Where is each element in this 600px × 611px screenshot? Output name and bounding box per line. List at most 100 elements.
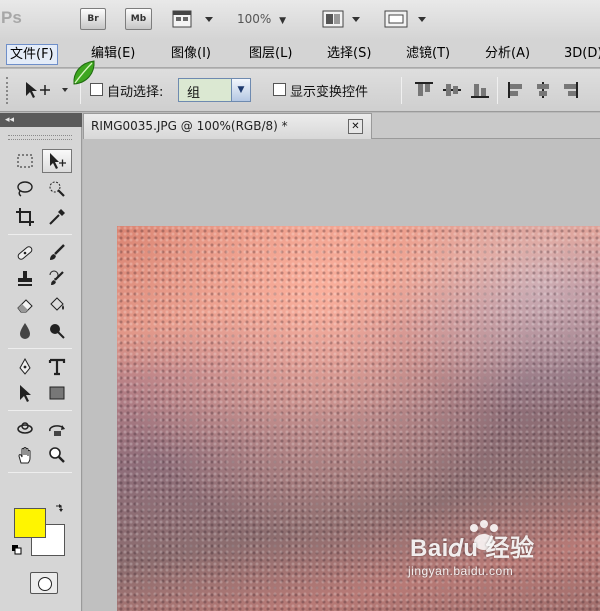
menu-file[interactable]: 文件(F)	[6, 44, 58, 65]
tools-separator	[8, 234, 72, 235]
blur-tool[interactable]	[10, 319, 40, 343]
eyedropper-tool[interactable]	[42, 205, 72, 229]
rectangular-marquee-icon	[17, 154, 33, 168]
paint-bucket-tool[interactable]	[42, 293, 72, 317]
band-aid-icon	[17, 246, 33, 260]
options-separator	[401, 77, 402, 104]
eraser-tool[interactable]	[10, 293, 40, 317]
move-tool[interactable]	[42, 149, 72, 173]
show-transform-controls-checkbox[interactable]	[273, 83, 286, 96]
auto-select-target-select[interactable]: 组 ▼	[178, 78, 251, 102]
watermark-brand: Bai𝑑u 经验	[410, 535, 535, 562]
show-transform-controls-label: 显示变换控件	[290, 85, 369, 100]
path-selection-tool[interactable]	[10, 381, 40, 405]
leaf-cursor-icon	[73, 60, 95, 85]
bridge-button[interactable]: Br	[80, 8, 106, 30]
tools-separator	[8, 348, 72, 349]
options-bar-grip[interactable]	[6, 77, 12, 104]
pen-tool[interactable]	[10, 355, 40, 379]
spot-healing-tool[interactable]	[10, 241, 40, 265]
quick-selection-tool[interactable]	[42, 177, 72, 201]
tab-strip-empty	[372, 113, 600, 139]
menu-select[interactable]: 选择(S)	[323, 44, 375, 65]
clone-stamp-tool[interactable]	[10, 267, 40, 291]
rectangle-shape-icon	[49, 386, 65, 400]
tools-separator	[8, 410, 72, 411]
crop-icon	[16, 208, 34, 226]
align-bottom-edges-icon[interactable]	[470, 81, 490, 99]
type-tool[interactable]	[42, 355, 72, 379]
dodge-icon	[50, 324, 65, 339]
paint-bucket-icon	[50, 297, 64, 311]
3d-camera-rotate-icon	[49, 425, 65, 436]
eraser-icon	[17, 299, 33, 313]
view-extras-icon	[172, 10, 213, 28]
options-separator	[497, 77, 498, 104]
zoom-tool[interactable]	[42, 443, 72, 467]
magnifier-icon	[49, 447, 65, 463]
auto-select-target-value: 组	[187, 86, 201, 101]
3d-rotate-tool[interactable]	[10, 417, 40, 441]
align-vertical-centers-icon[interactable]	[442, 81, 462, 99]
menu-3d[interactable]: 3D(D)	[560, 44, 600, 65]
screen-mode-icon	[384, 10, 426, 28]
default-colors-icon[interactable]	[12, 545, 22, 555]
pen-icon	[19, 357, 31, 375]
application-bar: Ps Br Mb 100% ▼	[0, 0, 600, 40]
tools-panel-header[interactable]: ◂◂	[0, 113, 82, 127]
menu-layer[interactable]: 图层(L)	[245, 44, 296, 65]
lasso-tool[interactable]	[10, 177, 40, 201]
align-top-edges-icon[interactable]	[414, 81, 434, 99]
tool-preset-picker[interactable]	[22, 79, 74, 104]
stamp-icon	[18, 271, 32, 286]
hand-tool[interactable]	[10, 443, 40, 467]
3d-camera-rotate-tool[interactable]	[42, 417, 72, 441]
menu-filter[interactable]: 滤镜(T)	[402, 44, 454, 65]
brush-tool[interactable]	[42, 241, 72, 265]
arrange-documents-dropdown[interactable]	[322, 8, 364, 33]
move-tool-icon	[26, 82, 68, 98]
marquee-tool[interactable]	[10, 149, 40, 173]
move-tool-icon	[50, 153, 66, 169]
eyedropper-icon	[49, 209, 65, 225]
watermark: Bai𝑑u 经验 jingyan.baidu.com	[392, 520, 592, 590]
mini-bridge-button[interactable]: Mb	[125, 8, 152, 30]
3d-rotate-icon	[17, 422, 33, 434]
swap-colors-icon[interactable]	[54, 504, 64, 514]
menu-image[interactable]: 图像(I)	[167, 44, 215, 65]
water-drop-icon	[20, 323, 30, 339]
chevron-down-icon: ▼	[279, 16, 287, 26]
zoom-level-dropdown[interactable]: 100% ▼	[237, 9, 286, 29]
history-brush-tool[interactable]	[42, 267, 72, 291]
hand-icon	[18, 447, 31, 464]
arrange-documents-icon	[322, 10, 360, 28]
tools-separator	[8, 472, 72, 473]
path-selection-icon	[20, 385, 31, 402]
crop-tool[interactable]	[10, 205, 40, 229]
align-left-edges-icon[interactable]	[506, 81, 526, 99]
zoom-level-value: 100%	[237, 12, 272, 26]
photoshop-logo: Ps	[1, 8, 22, 27]
type-icon	[48, 358, 66, 376]
document-tab-title: RIMG0035.JPG @ 100%(RGB/8) *	[91, 119, 288, 133]
foreground-color-swatch[interactable]	[14, 508, 46, 538]
close-icon[interactable]: ✕	[348, 119, 363, 134]
dodge-tool[interactable]	[42, 319, 72, 343]
menu-analysis[interactable]: 分析(A)	[481, 44, 534, 65]
history-brush-icon	[49, 270, 64, 285]
lasso-icon	[17, 181, 33, 197]
quick-mask-button[interactable]	[30, 572, 58, 594]
quick-selection-icon	[49, 181, 65, 197]
view-extras-dropdown[interactable]	[172, 8, 214, 33]
collapse-icon[interactable]: ◂◂	[5, 115, 14, 125]
watermark-url: jingyan.baidu.com	[408, 564, 514, 578]
align-horizontal-centers-icon[interactable]	[533, 81, 553, 99]
chevron-down-icon: ▼	[231, 79, 250, 101]
rectangle-tool[interactable]	[42, 381, 72, 405]
document-tab[interactable]: RIMG0035.JPG @ 100%(RGB/8) * ✕	[83, 113, 372, 139]
brush-icon	[50, 244, 65, 260]
screen-mode-dropdown[interactable]	[383, 8, 429, 33]
auto-select-label: 自动选择:	[107, 85, 164, 100]
tools-panel-grip[interactable]	[8, 135, 72, 140]
align-right-edges-icon[interactable]	[560, 81, 580, 99]
